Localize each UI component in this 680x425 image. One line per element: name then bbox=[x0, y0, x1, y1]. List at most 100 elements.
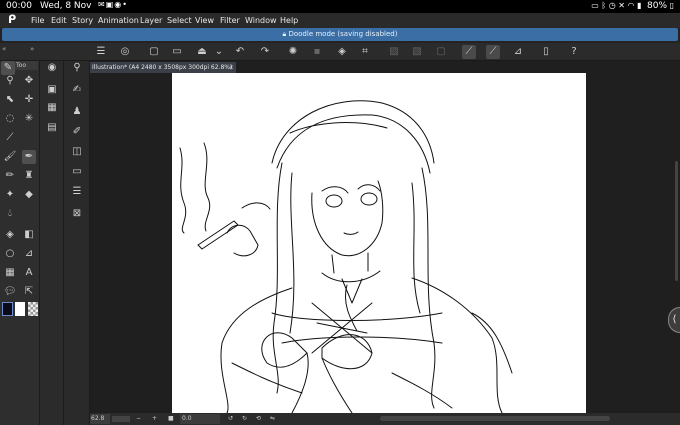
invert-icon[interactable]: ▧ bbox=[410, 45, 424, 59]
brush-icon[interactable]: 🖌︎ bbox=[3, 150, 17, 164]
deselect-icon[interactable]: ▨ bbox=[387, 45, 401, 59]
lasso-icon[interactable]: ◌ bbox=[3, 112, 17, 126]
rotate-right-icon[interactable]: ↻ bbox=[242, 414, 247, 424]
eyedropper-icon[interactable]: ⟋ bbox=[3, 131, 17, 145]
menu-icon[interactable]: ☰ bbox=[94, 45, 108, 59]
stack-icon[interactable]: ☰ bbox=[70, 185, 84, 199]
tool-palette: « » Too ✎ ⚲ ✥ ⬉ ✛ ◌ ✳ ⟋ 🖌︎ ✒ ✏ ♜ ✦ ◆ 💧︎ … bbox=[0, 45, 40, 425]
sketch-icon[interactable]: ✐ bbox=[70, 125, 84, 139]
battery-level: 80% bbox=[647, 1, 668, 11]
smartphone-icon[interactable]: ▯ bbox=[539, 45, 553, 59]
main-color-swatch[interactable] bbox=[2, 302, 13, 316]
airbrush-icon[interactable]: ♜ bbox=[22, 169, 36, 183]
pen-icon[interactable]: ✒ bbox=[22, 150, 36, 164]
image-icon[interactable]: ▭ bbox=[70, 165, 84, 179]
pen-pressure-icon[interactable]: ⟋ bbox=[462, 45, 476, 59]
tool-tab[interactable]: Too bbox=[14, 61, 38, 70]
correct-line-icon[interactable]: ⇱ bbox=[22, 285, 36, 299]
zoom-out-button[interactable]: − bbox=[136, 414, 141, 424]
wifi-icon: ◠ bbox=[627, 1, 635, 10]
ruler-icon[interactable]: ⊿ bbox=[511, 45, 525, 59]
zoom-icon[interactable]: ⚲ bbox=[3, 74, 17, 88]
zoom-input[interactable]: 62.8 bbox=[90, 414, 110, 424]
layers-alt-icon[interactable]: ◫ bbox=[70, 145, 84, 159]
balloon-icon[interactable]: 💬︎ bbox=[3, 285, 17, 299]
fill-icon[interactable]: ◈ bbox=[335, 45, 349, 59]
target-icon[interactable]: ◉ bbox=[45, 61, 59, 75]
sub-tool-column: ◉ ▣ ▦ ▤ bbox=[40, 61, 64, 425]
redo-icon[interactable]: ↷ bbox=[258, 45, 272, 59]
search-icon[interactable]: ⚲ bbox=[70, 61, 84, 75]
pan-icon[interactable]: ✛ bbox=[22, 93, 36, 107]
brush-shape-icon[interactable]: ▣ bbox=[45, 83, 59, 97]
clear-icon[interactable]: ▪ bbox=[310, 45, 324, 59]
mute-icon: ✕ bbox=[618, 1, 625, 10]
magic-wand-icon[interactable]: ✳ bbox=[22, 112, 36, 126]
airbrush-alt-icon[interactable]: ♟ bbox=[70, 105, 84, 119]
ruler-tool-icon[interactable]: ⊿ bbox=[22, 247, 36, 261]
collapse-right-icon[interactable]: » bbox=[30, 45, 34, 53]
save-icon[interactable]: ⏏ bbox=[195, 45, 209, 59]
chevron-down-icon[interactable]: ⌄ bbox=[212, 45, 226, 59]
quick-access-column: ⚲ ✍ ♟ ✐ ◫ ▭ ☰ ⊠ bbox=[64, 61, 90, 425]
image-icon: ▭ bbox=[591, 1, 599, 10]
fit-icon[interactable]: ■ bbox=[168, 414, 174, 424]
move-icon[interactable]: ✥ bbox=[22, 74, 36, 88]
menu-animation[interactable]: Animation bbox=[98, 16, 139, 25]
drawing-canvas[interactable] bbox=[172, 73, 586, 413]
pen-brush-icon[interactable]: ✍ bbox=[70, 83, 84, 97]
fill-bucket-icon[interactable]: ◈ bbox=[3, 228, 17, 242]
transparent-color-swatch[interactable] bbox=[28, 302, 38, 316]
grid-icon[interactable]: ▦ bbox=[45, 101, 59, 115]
brush-tab-icon[interactable]: ✎ bbox=[1, 61, 15, 75]
menu-file[interactable]: File bbox=[31, 16, 44, 25]
menu-view[interactable]: View bbox=[195, 16, 214, 25]
stabilizer-icon[interactable]: ⟋ bbox=[486, 45, 500, 59]
reset-rotation-icon[interactable]: ⟲ bbox=[256, 414, 261, 424]
transform-icon[interactable]: ⊠ bbox=[70, 207, 84, 221]
menu-select[interactable]: Select bbox=[167, 16, 192, 25]
circle-icon[interactable]: ○ bbox=[3, 247, 17, 261]
operation-icon[interactable]: ⬉ bbox=[3, 93, 17, 107]
menu-window[interactable]: Window bbox=[245, 16, 277, 25]
horizontal-scrollbar[interactable] bbox=[380, 416, 610, 421]
pencil-icon[interactable]: ✏ bbox=[3, 169, 17, 183]
menu-edit[interactable]: Edit bbox=[51, 16, 67, 25]
help-icon[interactable]: ? bbox=[567, 45, 581, 59]
alarm-icon: ◷ bbox=[608, 1, 616, 10]
open-icon[interactable]: ▭ bbox=[170, 45, 184, 59]
new-icon[interactable]: ▢ bbox=[147, 45, 161, 59]
menu-help[interactable]: Help bbox=[280, 16, 298, 25]
canvas-status-bar: 62.8 − + ■ 0.0 ↺ ↻ ⟲ ⇋ bbox=[90, 413, 680, 425]
blend-icon[interactable]: 💧︎ bbox=[3, 207, 17, 221]
rotation-value: 0.0 bbox=[182, 415, 192, 422]
undo-icon[interactable]: ↶ bbox=[233, 45, 247, 59]
collapse-left-icon[interactable]: « bbox=[2, 45, 6, 53]
menu-filter[interactable]: Filter bbox=[220, 16, 240, 25]
sub-color-swatch[interactable] bbox=[15, 302, 25, 316]
eraser-icon[interactable]: ◆ bbox=[22, 188, 36, 202]
film-icon[interactable]: ▤ bbox=[45, 121, 59, 135]
flip-icon[interactable]: ⇋ bbox=[270, 414, 275, 424]
frame-icon[interactable]: ▦ bbox=[3, 266, 17, 280]
zoom-slider[interactable] bbox=[112, 416, 130, 422]
show-selection-icon[interactable]: ▢ bbox=[434, 45, 448, 59]
sparkle-icon[interactable]: ✦ bbox=[3, 188, 17, 202]
crop-icon[interactable]: ⌗ bbox=[358, 45, 372, 59]
doodle-mode-banner: 🔒︎ Doodle mode (saving disabled) bbox=[2, 28, 678, 41]
gradient-icon[interactable]: ◧ bbox=[22, 228, 36, 242]
menu-story[interactable]: Story bbox=[72, 16, 93, 25]
document-tab[interactable]: Illustration* (A4 2480 x 3508px 300dpi 6… bbox=[90, 62, 236, 73]
loading-icon[interactable]: ✺ bbox=[286, 45, 300, 59]
vertical-scrollbar[interactable] bbox=[675, 161, 678, 281]
clip-studio-icon[interactable]: ◎ bbox=[118, 45, 132, 59]
rotation-input[interactable]: 0.0 bbox=[180, 414, 220, 424]
rotate-left-icon[interactable]: ↺ bbox=[228, 414, 233, 424]
zoom-in-button[interactable]: + bbox=[152, 414, 157, 424]
status-date: Wed, 8 Nov bbox=[40, 1, 92, 11]
clip-studio-logo-icon[interactable]: ᑭ bbox=[8, 13, 16, 26]
panel-expand-handle[interactable]: ⟨ bbox=[668, 307, 680, 333]
menu-layer[interactable]: Layer bbox=[140, 16, 162, 25]
text-icon[interactable]: A bbox=[22, 266, 36, 280]
close-icon[interactable]: x bbox=[229, 62, 233, 73]
